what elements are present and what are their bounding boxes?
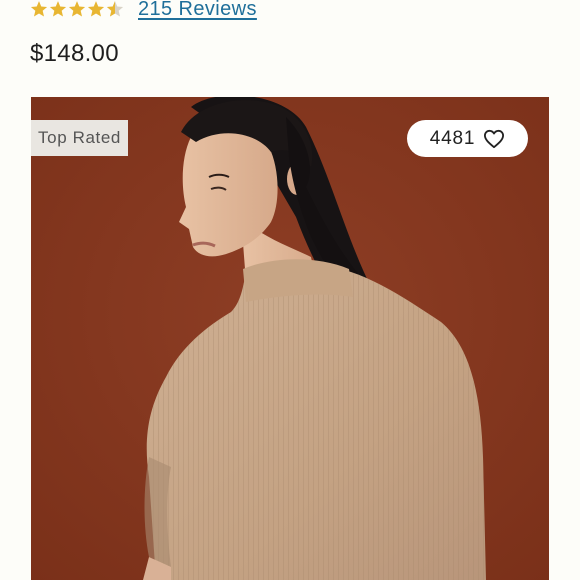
favorite-count: 4481 — [429, 127, 476, 149]
product-price: $148.00 — [30, 40, 119, 67]
star-half-icon — [106, 1, 124, 17]
heart-outline-icon — [484, 129, 505, 148]
product-image[interactable] — [31, 97, 549, 580]
favorite-button[interactable]: 4481 — [407, 120, 528, 157]
rating-row: 215 Reviews — [30, 0, 257, 23]
star-icon — [87, 1, 105, 17]
reviews-link[interactable]: 215 Reviews — [138, 0, 257, 21]
star-rating — [30, 0, 124, 18]
star-icon — [68, 1, 86, 17]
star-icon — [49, 1, 67, 17]
product-page: 215 Reviews $148.00 Top Rated 4481 — [0, 0, 580, 580]
star-icon — [30, 1, 48, 17]
top-rated-badge: Top Rated — [31, 120, 128, 156]
product-photo — [31, 97, 549, 580]
